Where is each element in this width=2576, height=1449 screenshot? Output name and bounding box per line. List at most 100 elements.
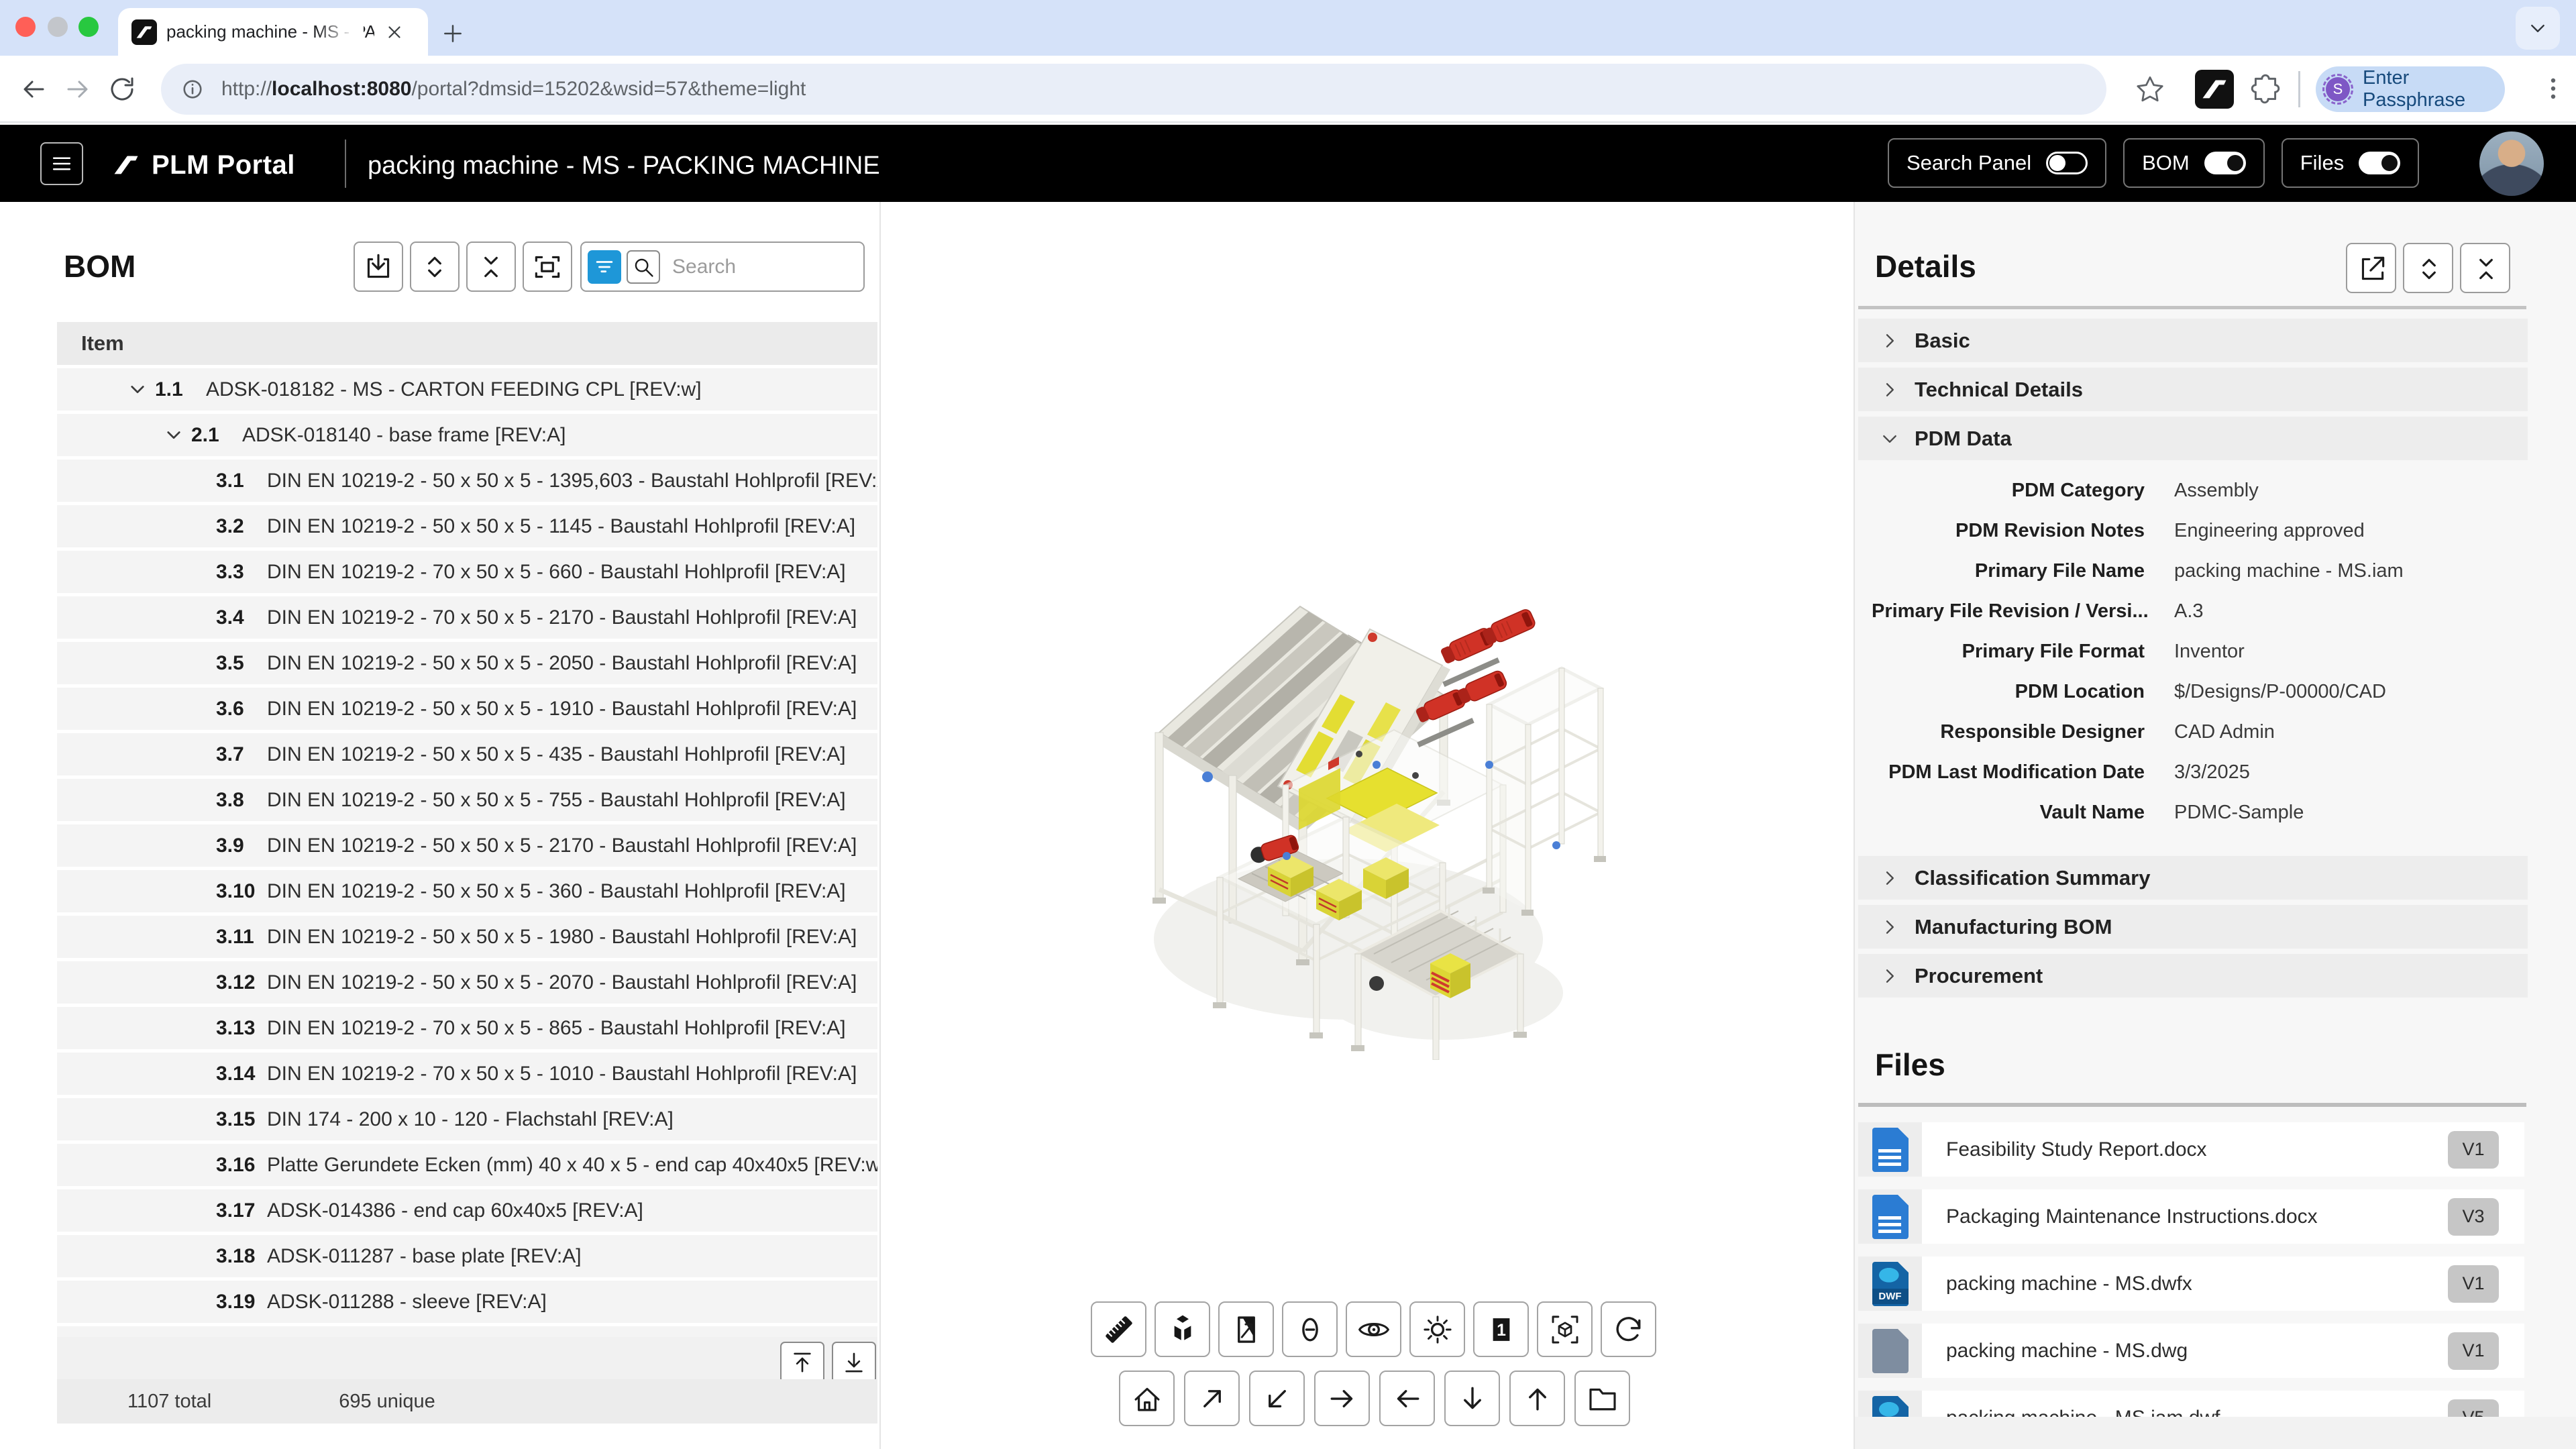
bom-tree-row[interactable]: 3.14 DIN EN 10219-2 - 70 x 50 x 5 - 1010… (57, 1053, 877, 1095)
viewer-nav-button[interactable] (1509, 1371, 1565, 1426)
user-avatar[interactable] (2479, 131, 2544, 196)
panel-toggle-button[interactable]: Files (2282, 138, 2419, 188)
browser-tab[interactable]: packing machine - MS - PACK (118, 8, 428, 56)
pdm-field-value: Engineering approved (2174, 520, 2365, 542)
files-scrollbar[interactable] (1858, 1103, 2526, 1107)
accordion-section[interactable]: Technical Details (1858, 368, 2528, 411)
viewer-3d-canvas[interactable]: 1 (881, 202, 1854, 1449)
file-row[interactable]: packing machine - MS.dwfx V1 (1858, 1256, 2524, 1311)
explode-icon (1165, 1311, 1201, 1348)
bom-tree-row[interactable]: 3.6 DIN EN 10219-2 - 50 x 50 x 5 - 1910 … (57, 688, 877, 730)
toggle-switch-icon[interactable] (2204, 152, 2246, 174)
bom-tree-row[interactable]: 3.7 DIN EN 10219-2 - 50 x 50 x 5 - 435 -… (57, 733, 877, 775)
viewer-nav-button[interactable] (1119, 1371, 1175, 1426)
bom-search-input[interactable] (672, 256, 840, 278)
viewer-tool-button[interactable]: 1 (1473, 1301, 1529, 1357)
bom-tree-row[interactable]: 3.5 DIN EN 10219-2 - 50 x 50 x 5 - 2050 … (57, 642, 877, 684)
bom-filter-button[interactable] (588, 250, 621, 284)
accordion-section[interactable]: PDM Data (1858, 417, 2528, 460)
autodesk-extension-icon[interactable] (2195, 70, 2234, 109)
bom-item-number: 1.1 (155, 378, 206, 401)
file-row[interactable]: Feasibility Study Report.docx V1 (1858, 1122, 2524, 1177)
viewer-nav-button[interactable] (1314, 1371, 1370, 1426)
file-icon-cell (1858, 1324, 1922, 1378)
details-scrollbar[interactable] (1858, 306, 2526, 309)
bom-tree-row[interactable]: 3.19 ADSK-011288 - sleeve [REV:A] (57, 1281, 877, 1323)
bom-expand-all-button[interactable] (410, 241, 460, 292)
panel-toggle-button[interactable]: Search Panel (1888, 138, 2106, 188)
bom-tree-row[interactable]: 1.1 ADSK-018182 - MS - CARTON FEEDING CP… (57, 368, 877, 411)
reload-icon[interactable] (106, 73, 138, 105)
bom-collapse-all-button[interactable] (466, 241, 516, 292)
enter-passphrase-button[interactable]: S Enter Passphrase (2316, 66, 2505, 112)
close-tab-icon[interactable] (382, 20, 407, 44)
file-row[interactable]: Packaging Maintenance Instructions.docx … (1858, 1189, 2524, 1244)
accordion-section[interactable]: Classification Summary (1858, 856, 2528, 900)
bom-tree-row[interactable]: 3.2 DIN EN 10219-2 - 50 x 50 x 5 - 1145 … (57, 505, 877, 547)
tab-search-button[interactable] (2516, 7, 2560, 50)
autodesk-logo-icon (113, 152, 140, 178)
bom-tree-row[interactable]: 3.16 Platte Gerundete Ecken (mm) 40 x 40… (57, 1144, 877, 1186)
bom-search-button[interactable] (627, 250, 660, 284)
bom-tree-row[interactable]: 3.3 DIN EN 10219-2 - 70 x 50 x 5 - 660 -… (57, 551, 877, 593)
viewer-tool-button[interactable] (1218, 1301, 1274, 1357)
forward-icon[interactable] (62, 73, 94, 105)
accordion-section[interactable]: Procurement (1858, 954, 2528, 998)
bom-fit-panel-button[interactable] (523, 241, 572, 292)
bom-tree-row[interactable]: 3.15 DIN 174 - 200 x 10 - 120 - Flachsta… (57, 1098, 877, 1140)
file-row[interactable]: packing machine - MS.dwg V1 (1858, 1324, 2524, 1378)
bom-tree-row[interactable]: 3.9 DIN EN 10219-2 - 50 x 50 x 5 - 2170 … (57, 824, 877, 867)
main-menu-button[interactable] (40, 142, 83, 185)
viewer-nav-button[interactable] (1444, 1371, 1500, 1426)
viewer-tool-button[interactable] (1091, 1301, 1146, 1357)
viewer-nav-button[interactable] (1379, 1371, 1435, 1426)
zoom-window-button[interactable] (78, 17, 99, 37)
accordion-section[interactable]: Basic (1858, 319, 2528, 362)
bom-tree-row[interactable]: 3.4 DIN EN 10219-2 - 70 x 50 x 5 - 2170 … (57, 596, 877, 639)
panel-toggle-button[interactable]: BOM (2123, 138, 2265, 188)
details-collapse-all-button[interactable] (2460, 243, 2510, 293)
site-info-icon[interactable] (178, 75, 207, 103)
bom-tree-row[interactable]: 3.11 DIN EN 10219-2 - 50 x 50 x 5 - 1980… (57, 916, 877, 958)
accordion-section[interactable]: Manufacturing BOM (1858, 905, 2528, 949)
toggle-switch-icon[interactable] (2359, 152, 2400, 174)
viewer-nav-button[interactable] (1574, 1371, 1630, 1426)
viewer-nav-button[interactable] (1249, 1371, 1305, 1426)
chevron-down-icon[interactable] (159, 421, 189, 450)
viewer-tool-button[interactable] (1346, 1301, 1401, 1357)
brightness-icon (1419, 1311, 1456, 1348)
bom-tree-row[interactable]: 3.12 DIN EN 10219-2 - 50 x 50 x 5 - 2070… (57, 961, 877, 1004)
bom-tree-row[interactable]: 3.17 ADSK-014386 - end cap 60x40x5 [REV:… (57, 1189, 877, 1232)
back-icon[interactable] (17, 73, 50, 105)
scroll-to-bottom-button[interactable] (832, 1342, 876, 1383)
new-tab-button[interactable] (439, 20, 466, 47)
viewer-tool-button[interactable] (1537, 1301, 1593, 1357)
bom-tree-row[interactable]: 3.8 DIN EN 10219-2 - 50 x 50 x 5 - 755 -… (57, 779, 877, 821)
bookmark-star-icon[interactable] (2133, 72, 2167, 106)
bom-tree-row[interactable]: 3.1 DIN EN 10219-2 - 50 x 50 x 5 - 1395,… (57, 460, 877, 502)
browser-menu-icon[interactable] (2537, 72, 2569, 105)
minimize-window-button[interactable] (48, 17, 68, 37)
chevron-down-icon[interactable] (123, 375, 152, 405)
viewer-tool-button[interactable] (1409, 1301, 1465, 1357)
details-expand-all-button[interactable] (2403, 243, 2453, 293)
extensions-puzzle-icon[interactable] (2249, 72, 2282, 106)
file-version-badge: V3 (2448, 1198, 2499, 1236)
bom-tree-row[interactable]: 3.18 ADSK-011287 - base plate [REV:A] (57, 1235, 877, 1277)
toggle-switch-icon[interactable] (2046, 152, 2088, 174)
details-open-external-button[interactable] (2346, 243, 2396, 293)
bom-tree-row[interactable]: 3.13 DIN EN 10219-2 - 70 x 50 x 5 - 865 … (57, 1007, 877, 1049)
viewer-tool-button[interactable] (1282, 1301, 1338, 1357)
viewer-tool-button[interactable] (1155, 1301, 1210, 1357)
bom-export-button[interactable] (354, 241, 403, 292)
address-bar[interactable]: http://localhost:8080/portal?dmsid=15202… (161, 64, 2106, 115)
file-name: packing machine - MS.iam.dwf (1946, 1407, 2448, 1417)
file-row[interactable]: packing machine - MS.iam.dwf V5 (1858, 1391, 2524, 1417)
bom-tree-row[interactable]: 2.1 ADSK-018140 - base frame [REV:A] (57, 414, 877, 456)
viewer-nav-button[interactable] (1184, 1371, 1240, 1426)
bom-tree-row[interactable]: 3.10 DIN EN 10219-2 - 50 x 50 x 5 - 360 … (57, 870, 877, 912)
bom-tree-row[interactable]: 3.20 ADSK-011471 - ... [REV:A] (57, 1326, 877, 1337)
scroll-to-top-button[interactable] (780, 1342, 824, 1383)
viewer-tool-button[interactable] (1601, 1301, 1656, 1357)
close-window-button[interactable] (15, 17, 36, 37)
